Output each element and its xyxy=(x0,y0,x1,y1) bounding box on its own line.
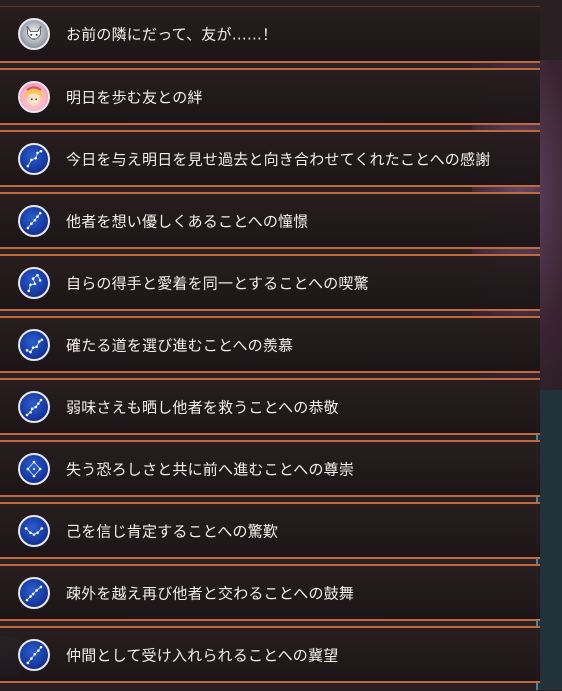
achievement-label: 他者を想い優しくあることへの憧憬 xyxy=(66,212,309,230)
achievement-row[interactable]: 他者を想い優しくあることへの憧憬 xyxy=(0,192,540,249)
achievement-label: 弱味さえも晒し他者を救うことへの恭敬 xyxy=(66,398,339,416)
constellation-icon xyxy=(18,142,50,175)
constellation-icon xyxy=(18,638,50,671)
achievement-row[interactable]: 仲間として受け入れられることへの冀望 xyxy=(0,626,540,683)
achievement-label: 己を信じ肯定することへの驚歎 xyxy=(66,522,279,540)
achievement-row[interactable]: 弱味さえも晒し他者を救うことへの恭敬 xyxy=(0,378,540,435)
achievement-row[interactable]: お前の隣にだって、友が……！ xyxy=(0,6,540,63)
achievement-row[interactable]: 明日を歩む友との絆 xyxy=(0,68,540,125)
achievement-row[interactable]: 己を信じ肯定することへの驚歎 xyxy=(0,502,540,559)
achievement-label: 仲間として受け入れられることへの冀望 xyxy=(66,646,339,664)
constellation-icon xyxy=(18,452,50,485)
constellation-icon xyxy=(18,576,50,609)
constellation-icon xyxy=(18,328,50,361)
achievement-list: お前の隣にだって、友が……！ 明日を歩む友との絆 今日を与え明日を見せ過去と向き… xyxy=(0,6,540,688)
constellation-icon xyxy=(18,390,50,423)
achievement-label: 確たる道を選び進むことへの羨慕 xyxy=(66,336,294,354)
achievement-row[interactable]: 今日を与え明日を見せ過去と向き合わせてくれたことへの感謝 xyxy=(0,130,540,187)
girl-avatar-icon xyxy=(18,80,50,113)
achievement-row[interactable]: 確たる道を選び進むことへの羨慕 xyxy=(0,316,540,373)
achievement-label: 自らの得手と愛着を同一とすることへの喫驚 xyxy=(66,274,369,292)
achievement-row[interactable]: 疎外を越え再び他者と交わることへの鼓舞 xyxy=(0,564,540,621)
achievement-label: 疎外を越え再び他者と交わることへの鼓舞 xyxy=(66,584,355,602)
achievement-label: 明日を歩む友との絆 xyxy=(66,88,203,106)
constellation-icon xyxy=(18,204,50,237)
achievement-label: お前の隣にだって、友が……！ xyxy=(66,25,278,44)
constellation-icon xyxy=(18,514,50,547)
achievement-label: 今日を与え明日を見せ過去と向き合わせてくれたことへの感謝 xyxy=(66,150,491,168)
wolf-avatar-icon xyxy=(18,18,50,50)
achievement-row[interactable]: 自らの得手と愛着を同一とすることへの喫驚 xyxy=(0,254,540,311)
constellation-icon xyxy=(18,266,50,299)
achievement-label: 失う恐ろしさと共に前へ進むことへの尊崇 xyxy=(66,460,355,478)
achievement-row[interactable]: 失う恐ろしさと共に前へ進むことへの尊崇 xyxy=(0,440,540,497)
